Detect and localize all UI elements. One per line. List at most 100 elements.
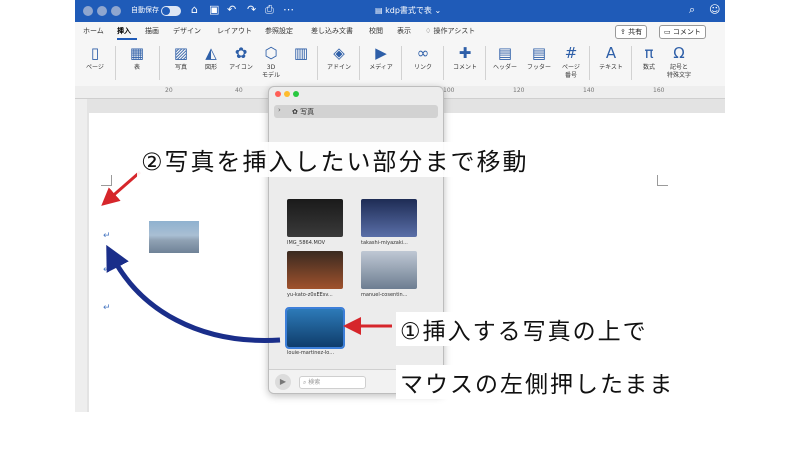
ribbon-comment-button[interactable]: ✚ コメント [447,42,483,72]
ribbon-header-button[interactable]: ▤ ヘッダー [487,42,523,72]
annotation-step-1-line-2: マウスの左側押したまま [396,365,679,399]
ribbon-divider [115,46,116,80]
close-panel-button[interactable] [275,91,281,97]
photos-section-header[interactable]: › ✿ 写真 [274,105,438,118]
photo-search-input[interactable]: ⌕ 検索 [299,376,366,389]
link-icon: ∞ [416,44,430,62]
lightbulb-icon: ♢ [425,27,434,35]
ribbon-pages-button[interactable]: ▯ ページ [77,42,113,72]
photos-section-title: ✿ 写真 [292,108,315,116]
tab-references[interactable]: 参照設定 [265,26,293,36]
autosave-label: 自動保存 [131,6,159,14]
ruler-tick: 120 [513,87,525,94]
ruler-tick: 40 [235,87,243,94]
ribbon-divider [443,46,444,80]
account-icon[interactable]: ☺ [709,3,720,16]
page-number-icon: # [564,44,578,62]
tab-insert[interactable]: 挿入 [117,26,131,36]
ruler-tick: 140 [583,87,595,94]
close-window-button[interactable] [83,6,93,16]
annotation-step-2: ②写真を挿入したい部分まで移動 [137,142,533,177]
search-icon[interactable]: ⌕ [689,3,695,17]
undo-icon[interactable]: ↶ [227,3,236,16]
photo-thumbnail[interactable] [361,251,417,289]
tab-review[interactable]: 校閲 [369,26,383,36]
ribbon-symbol-button[interactable]: Ω 記号と 特殊文字 [661,42,697,80]
menu-tabs: ホーム 挿入 描画 デザイン レイアウト 参照設定 差し込み文書 校閲 表示 ♢… [75,22,725,40]
ribbon-divider [317,46,318,80]
redo-icon[interactable]: ↷ [247,3,256,16]
photo-caption: louie-martinez-lo... [287,350,335,356]
paragraph-mark: ↵ [103,265,111,275]
ribbon-divider [485,46,486,80]
ribbon-media-button[interactable]: ▶ メディア [363,42,399,72]
play-icon[interactable]: ▶ [275,374,291,390]
photo-thumbnail-selected[interactable] [285,307,345,349]
insert-ribbon: ▯ ページ ▦ 表 ▨ 写真 ◭ 図形 ✿ アイコン ⬡ 3D モデル ▥ ◈ アドイン ▶ メデ… [75,40,725,87]
save-icon[interactable]: ▣ [209,3,219,16]
table-icon: ▦ [129,44,145,62]
share-button[interactable]: ⇪ 共有 [615,25,648,39]
chevron-down-icon[interactable]: ⌄ [434,6,441,15]
margin-corner-mark [101,175,112,186]
photo-caption: manuel-cosentin... [361,292,408,298]
footer-icon: ▤ [531,44,547,62]
ruler-tick: 20 [165,87,173,94]
ribbon-divider [589,46,590,80]
text-icon: A [605,44,617,62]
tab-draw[interactable]: 描画 [145,26,159,36]
photo-caption: takashi-miyazaki... [361,240,408,246]
comment-icon: ✚ [458,44,472,62]
addin-icon: ◈ [333,44,345,62]
ribbon-smartart-button[interactable]: ▥ [283,42,319,64]
more-icon[interactable]: ⋯ [283,3,294,16]
ribbon-text-button[interactable]: A テキスト [593,42,629,72]
ruler-tick: 160 [653,87,665,94]
tab-home[interactable]: ホーム [83,26,104,36]
ribbon-table-button[interactable]: ▦ 表 [119,42,155,72]
ribbon-divider [159,46,160,80]
photo-caption: IMG_5864.MOV [287,240,326,246]
vertical-ruler[interactable] [75,99,87,412]
ribbon-footer-button[interactable]: ▤ フッター [521,42,557,72]
photos-app-icon: ✿ [292,108,301,116]
paragraph-mark: ↵ [103,303,111,313]
header-icon: ▤ [497,44,513,62]
chevron-right-icon[interactable]: › [278,106,281,114]
comments-button[interactable]: ▭ コメント [659,25,706,39]
ribbon-divider [401,46,402,80]
zoom-panel-button[interactable] [293,91,299,97]
photo-thumbnail[interactable] [287,199,343,237]
ribbon-page-number-button[interactable]: # ページ 番号 [553,42,589,80]
ribbon-links-button[interactable]: ∞ リンク [405,42,441,72]
tab-view[interactable]: 表示 [397,26,411,36]
ruler-tick: 100 [443,87,455,94]
photo-thumbnail[interactable] [287,251,343,289]
margin-corner-mark [657,175,668,186]
chart-icon: ▥ [293,44,309,62]
page-icon: ▯ [90,44,100,62]
autosave-toggle[interactable] [161,6,181,16]
media-icon: ▶ [375,44,387,62]
minimize-panel-button[interactable] [284,91,290,97]
ribbon-addins-button[interactable]: ◈ アドイン [321,42,357,72]
inserted-photo-preview[interactable] [149,221,199,253]
share-icon: ⇪ [620,28,629,36]
document-title: ▤ kdp書式で表 ⌄ [375,6,442,15]
tab-design[interactable]: デザイン [173,26,201,36]
print-icon[interactable]: ⎙ [265,3,274,17]
title-bar: 自動保存 ⌂ ▣ ↶ ↷ ⎙ ⋯ ▤ kdp書式で表 ⌄ ⌕ ☺ [75,0,725,22]
comment-icon: ▭ [664,28,673,36]
word-window: 自動保存 ⌂ ▣ ↶ ↷ ⎙ ⋯ ▤ kdp書式で表 ⌄ ⌕ ☺ ホーム 挿入 … [75,0,725,412]
symbol-icon: Ω [673,44,685,62]
home-icon[interactable]: ⌂ [191,3,198,16]
tell-me-search[interactable]: ♢ 操作アシスト [425,26,475,36]
photos-browser-panel: › ✿ 写真 IMG_5864.MOV takashi-miyazaki... … [268,86,444,394]
ribbon-divider [359,46,360,80]
paragraph-mark: ↵ [103,231,111,241]
photo-thumbnail[interactable] [361,199,417,237]
tab-mailings[interactable]: 差し込み文書 [311,26,353,36]
zoom-window-button[interactable] [111,6,121,16]
tab-layout[interactable]: レイアウト [217,26,252,36]
minimize-window-button[interactable] [97,6,107,16]
